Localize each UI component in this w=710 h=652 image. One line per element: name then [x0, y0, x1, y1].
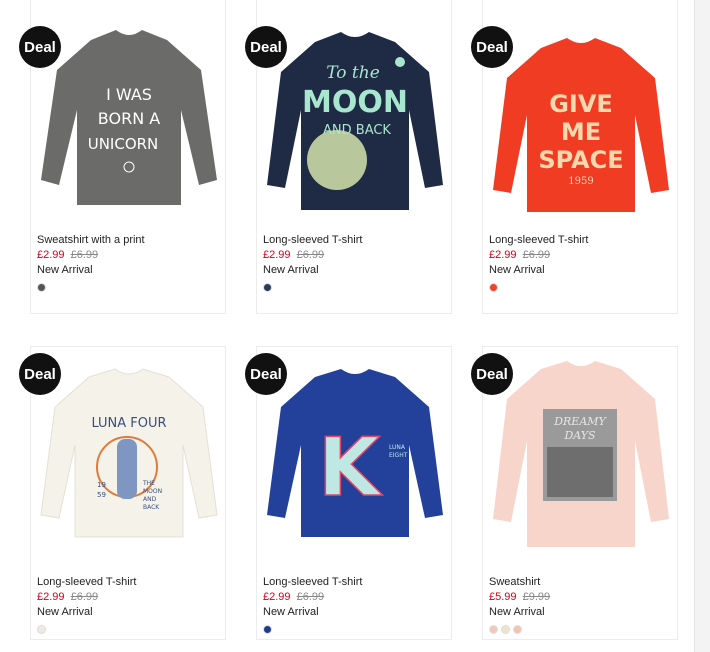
- print-line-1: To the: [326, 63, 380, 83]
- new-arrival-label: New Arrival: [489, 606, 545, 618]
- sale-price: £2.99: [37, 249, 65, 261]
- color-swatches: [263, 625, 449, 634]
- product-name[interactable]: Long-sleeved T-shirt: [37, 575, 223, 590]
- deal-badge: Deal: [19, 26, 61, 68]
- print-line-2: ME: [561, 118, 601, 146]
- sale-price: £2.99: [489, 249, 517, 261]
- print-line-1: LUNA FOUR: [91, 416, 166, 431]
- tshirt-image: GIVE ME SPACE 1959: [493, 38, 669, 212]
- print-line-1: I WAS: [106, 85, 152, 104]
- sale-price: £2.99: [263, 591, 291, 603]
- print-line-1: GIVE: [549, 90, 613, 118]
- color-swatch[interactable]: [489, 625, 498, 634]
- color-swatches: [489, 283, 675, 292]
- original-price: £6.99: [70, 249, 99, 261]
- moon-print: [307, 130, 367, 190]
- print-line-3: UNICORN: [88, 135, 159, 153]
- product-name[interactable]: Sweatshirt with a print: [37, 233, 223, 248]
- new-arrival-label: New Arrival: [263, 606, 319, 618]
- product-image[interactable]: K LUNA EIGHT: [257, 347, 453, 562]
- product-name[interactable]: Long-sleeved T-shirt: [263, 575, 449, 590]
- tshirt-image: K LUNA EIGHT: [267, 369, 443, 537]
- product-name[interactable]: Long-sleeved T-shirt: [489, 233, 675, 248]
- sweatshirt-image: I WAS BORN A UNICORN: [41, 30, 217, 205]
- original-price: £6.99: [296, 249, 325, 261]
- tshirt-image: LUNA FOUR 19 59 THE MOON AND BACK: [40, 368, 218, 538]
- sale-price: £2.99: [263, 249, 291, 261]
- print-line-3: EIGHT: [389, 452, 408, 459]
- deal-badge: Deal: [19, 353, 61, 395]
- print-line-3: 59: [97, 491, 106, 499]
- color-swatch[interactable]: [501, 625, 510, 634]
- product-card[interactable]: K LUNA EIGHT Deal Long-sleeved T-shirt £…: [245, 346, 453, 640]
- product-image[interactable]: DREAMY DAYS: [483, 347, 679, 562]
- print-line-2: MOON: [302, 85, 408, 120]
- print-line-4: 1959: [568, 176, 593, 187]
- product-prices: £5.99 £9.99: [489, 590, 675, 605]
- deal-badge: Deal: [471, 353, 513, 395]
- product-card[interactable]: GIVE ME SPACE 1959 Deal Long-sleeved T-s…: [471, 0, 679, 314]
- product-image[interactable]: I WAS BORN A UNICORN: [31, 0, 227, 225]
- product-card[interactable]: DREAMY DAYS Deal Sweatshirt £5.99 £9.99 …: [471, 346, 679, 640]
- product-grid: I WAS BORN A UNICORN Deal Sweatshirt wit…: [0, 0, 710, 652]
- product-image[interactable]: To the MOON AND BACK: [257, 0, 453, 225]
- product-card[interactable]: To the MOON AND BACK Deal Long-sleeved T…: [245, 0, 453, 314]
- color-swatch[interactable]: [513, 625, 522, 634]
- product-prices: £2.99 £6.99: [263, 590, 449, 605]
- original-price: £6.99: [296, 591, 325, 603]
- deal-badge: Deal: [245, 26, 287, 68]
- color-swatches: [263, 283, 449, 292]
- original-price: £6.99: [70, 591, 99, 603]
- color-swatch[interactable]: [263, 283, 272, 292]
- print-line-1: DREAMY: [553, 415, 607, 428]
- product-prices: £2.99 £6.99: [37, 248, 223, 263]
- print-line-1: K: [318, 421, 383, 514]
- color-swatch[interactable]: [263, 625, 272, 634]
- scrollbar[interactable]: [694, 0, 710, 652]
- original-price: £6.99: [522, 249, 551, 261]
- color-swatches: [37, 625, 223, 634]
- tshirt-image: To the MOON AND BACK: [267, 32, 443, 210]
- sweatshirt-image: DREAMY DAYS: [493, 361, 669, 547]
- product-card[interactable]: LUNA FOUR 19 59 THE MOON AND BACK Deal L…: [19, 346, 227, 640]
- color-swatch[interactable]: [489, 283, 498, 292]
- print-line-2: DAYS: [563, 429, 596, 442]
- print-line-3: AND BACK: [323, 123, 391, 138]
- product-prices: £2.99 £6.99: [489, 248, 675, 263]
- astronaut-print: [117, 439, 137, 499]
- new-arrival-label: New Arrival: [37, 264, 93, 276]
- print-line-7: BACK: [143, 504, 160, 511]
- print-line-3: SPACE: [538, 146, 623, 174]
- product-name[interactable]: Sweatshirt: [489, 575, 675, 590]
- product-image[interactable]: LUNA FOUR 19 59 THE MOON AND BACK: [31, 347, 227, 562]
- deal-badge: Deal: [471, 26, 513, 68]
- sale-price: £2.99: [37, 591, 65, 603]
- sale-price: £5.99: [489, 591, 517, 603]
- print-line-5: MOON: [143, 488, 162, 495]
- product-name[interactable]: Long-sleeved T-shirt: [263, 233, 449, 248]
- deal-badge: Deal: [245, 353, 287, 395]
- new-arrival-label: New Arrival: [489, 264, 545, 276]
- color-swatches: [37, 283, 223, 292]
- color-swatches: [489, 625, 675, 634]
- original-price: £9.99: [522, 591, 551, 603]
- color-swatch[interactable]: [37, 283, 46, 292]
- print-line-4: THE: [142, 480, 155, 487]
- new-arrival-label: New Arrival: [37, 606, 93, 618]
- planet-icon: [395, 57, 405, 67]
- product-image[interactable]: GIVE ME SPACE 1959: [483, 0, 679, 225]
- product-prices: £2.99 £6.99: [37, 590, 223, 605]
- print-line-2: BORN A: [98, 109, 160, 128]
- color-swatch[interactable]: [37, 625, 46, 634]
- product-card[interactable]: I WAS BORN A UNICORN Deal Sweatshirt wit…: [19, 0, 227, 314]
- print-line-2: 19: [97, 481, 106, 489]
- print-line-6: AND: [143, 496, 157, 503]
- new-arrival-label: New Arrival: [263, 264, 319, 276]
- print-line-2: LUNA: [389, 444, 406, 451]
- product-prices: £2.99 £6.99: [263, 248, 449, 263]
- photo-print-detail: [547, 447, 613, 497]
